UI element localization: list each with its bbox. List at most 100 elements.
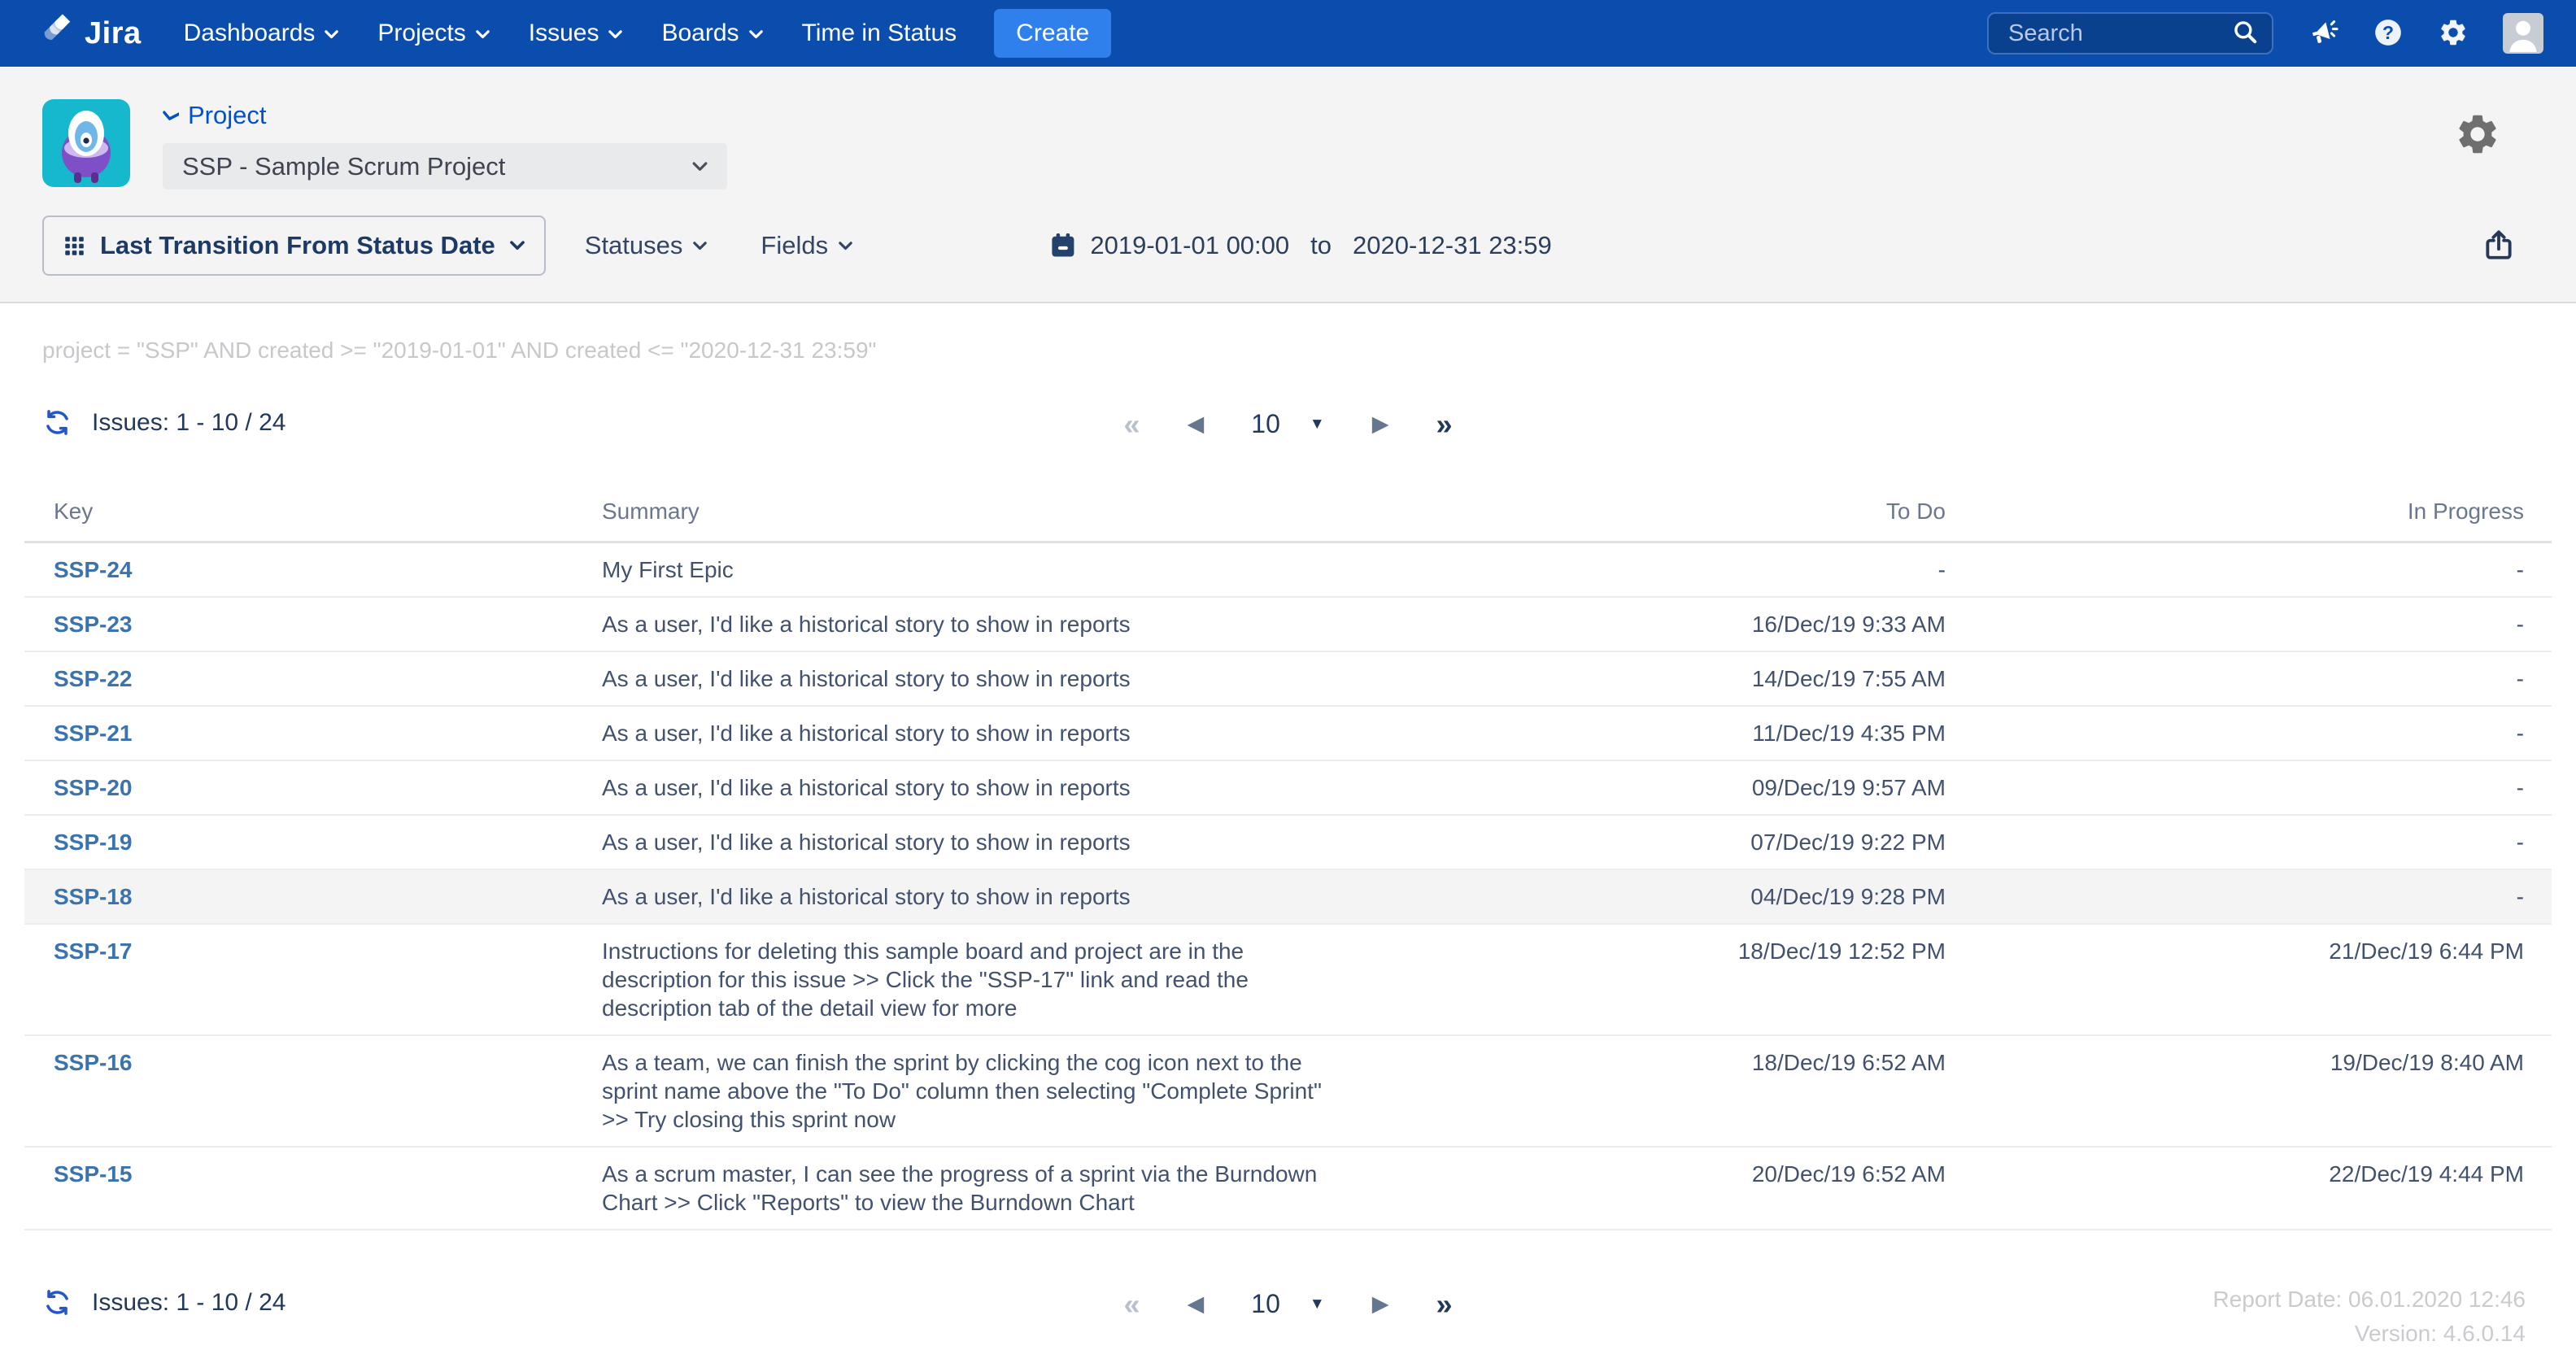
issue-key-link[interactable]: SSP-20 [54, 775, 133, 800]
metric-dropdown-button[interactable]: Last Transition From Status Date [42, 216, 546, 276]
caret-down-icon: ▼ [1310, 416, 1325, 433]
date-to: 2020-12-31 23:59 [1353, 231, 1552, 260]
project-section-toggle[interactable]: Project [163, 101, 727, 130]
page: Jira Dashboards Projects Issues Boards Time … [0, 0, 2576, 1350]
table-row: SSP-18 As a user, I'd like a historical s… [24, 869, 2552, 924]
issue-summary: My First Epic [602, 542, 1383, 598]
date-separator: to [1310, 231, 1332, 260]
page-size-select[interactable]: 10 ▼ [1251, 409, 1324, 439]
column-header-in-progress[interactable]: In Progress [1952, 492, 2552, 542]
nav-item-label: Time in Status [802, 20, 957, 47]
page-next-icon[interactable]: ▶ [1372, 1293, 1389, 1315]
issues-table: Key Summary To Do In Progress SSP-24 My F… [24, 492, 2552, 1230]
chevron-down-icon [692, 162, 708, 172]
refresh-button[interactable] [42, 407, 72, 438]
chevron-down-icon [476, 28, 490, 39]
page-first-icon[interactable]: « [1124, 410, 1140, 439]
issue-key-link[interactable]: SSP-24 [54, 557, 133, 582]
column-header-todo[interactable]: To Do [1383, 492, 1952, 542]
page-prev-icon[interactable]: ◀ [1188, 1293, 1205, 1315]
issue-summary: As a user, I'd like a historical story t… [602, 760, 1383, 815]
table-row: SSP-19As a user, I'd like a historical s… [24, 815, 2552, 869]
report-settings-button[interactable] [2454, 111, 2501, 162]
in-progress-date-cell: 21/Dec/19 6:44 PM [1952, 924, 2552, 1035]
navbar: Jira Dashboards Projects Issues Boards Time … [0, 0, 2576, 67]
create-button[interactable]: Create [994, 9, 1111, 58]
column-header-summary[interactable]: Summary [602, 492, 1383, 542]
issue-key-cell: SSP-18 [24, 869, 602, 924]
issue-summary: As a user, I'd like a historical story t… [602, 869, 1383, 924]
statuses-dropdown[interactable]: Statuses [585, 231, 708, 260]
page-next-icon[interactable]: ▶ [1372, 413, 1389, 435]
project-select[interactable]: SSP - Sample Scrum Project [163, 143, 727, 189]
grid-icon [63, 235, 85, 257]
navbar-menu: Dashboards Projects Issues Boards Time in St… [184, 20, 957, 47]
nav-item-projects[interactable]: Projects [377, 20, 489, 47]
issue-key-link[interactable]: SSP-17 [54, 938, 133, 964]
refresh-icon [42, 407, 72, 438]
nav-item-label: Boards [661, 20, 739, 47]
issue-key-cell: SSP-17 [24, 924, 602, 1035]
in-progress-date-cell: - [1952, 597, 2552, 651]
page-prev-icon[interactable]: ◀ [1188, 413, 1205, 435]
nav-item-label: Projects [377, 20, 465, 47]
user-avatar[interactable] [2503, 13, 2543, 54]
svg-text:?: ? [2382, 21, 2394, 42]
in-progress-date-cell: - [1952, 651, 2552, 706]
issue-key-cell: SSP-20 [24, 760, 602, 815]
issue-key-link[interactable]: SSP-18 [54, 884, 133, 909]
todo-date-cell: 11/Dec/19 4:35 PM [1383, 706, 1952, 760]
in-progress-date-cell: 19/Dec/19 8:40 AM [1952, 1035, 2552, 1147]
refresh-icon [42, 1287, 72, 1317]
issue-key-link[interactable]: SSP-16 [54, 1050, 133, 1075]
column-header-key[interactable]: Key [24, 492, 602, 542]
nav-item-dashboards[interactable]: Dashboards [184, 20, 339, 47]
issue-key-link[interactable]: SSP-21 [54, 721, 133, 746]
issue-key-cell: SSP-22 [24, 651, 602, 706]
issue-summary: As a user, I'd like a historical story t… [602, 706, 1383, 760]
jira-logo-icon [37, 11, 75, 56]
jira-logo[interactable]: Jira [37, 11, 142, 56]
announcements-button[interactable] [2308, 17, 2338, 50]
settings-button[interactable] [2438, 17, 2469, 50]
chevron-down-icon [839, 242, 852, 250]
issue-key-link[interactable]: SSP-19 [54, 830, 133, 855]
search-box[interactable] [1987, 12, 2273, 54]
todo-date-cell: - [1383, 542, 1952, 598]
nav-item-time-in-status[interactable]: Time in Status [802, 20, 957, 47]
page-last-icon[interactable]: » [1436, 410, 1452, 439]
table-header-row: Key Summary To Do In Progress [24, 492, 2552, 542]
avatar-icon [2503, 13, 2543, 54]
fields-label: Fields [761, 231, 828, 260]
in-progress-date-cell: - [1952, 869, 2552, 924]
page-last-icon[interactable]: » [1436, 1290, 1452, 1319]
issue-key-link[interactable]: SSP-23 [54, 612, 133, 637]
issue-key-cell: SSP-24 [24, 542, 602, 598]
issue-key-cell: SSP-21 [24, 706, 602, 760]
refresh-button[interactable] [42, 1287, 72, 1317]
nav-item-issues[interactable]: Issues [529, 20, 623, 47]
export-button[interactable] [2482, 228, 2516, 264]
nav-item-boards[interactable]: Boards [661, 20, 762, 47]
todo-date-cell: 16/Dec/19 9:33 AM [1383, 597, 1952, 651]
in-progress-date-cell: - [1952, 760, 2552, 815]
fields-dropdown[interactable]: Fields [761, 231, 852, 260]
todo-date-cell: 20/Dec/19 6:52 AM [1383, 1147, 1952, 1230]
page-size-value: 10 [1251, 409, 1280, 439]
report-date: Report Date: 06.01.2020 12:46 [2212, 1282, 2526, 1317]
page-first-icon[interactable]: « [1124, 1290, 1140, 1319]
issue-key-link[interactable]: SSP-22 [54, 666, 133, 691]
navbar-right: ? [1987, 12, 2543, 54]
chevron-down-icon [749, 28, 763, 39]
search-input[interactable] [2007, 20, 2231, 48]
jql-query-text: project = "SSP" AND created >= "2019-01-… [42, 338, 2576, 364]
project-avatar-icon [42, 99, 130, 187]
issue-key-link[interactable]: SSP-15 [54, 1161, 133, 1187]
nav-item-label: Dashboards [184, 20, 316, 47]
issue-summary: As a team, we can finish the sprint by c… [602, 1035, 1383, 1147]
help-button[interactable]: ? [2373, 17, 2404, 50]
date-range-picker[interactable]: 2019-01-01 00:00 to 2020-12-31 23:59 [1048, 231, 1551, 260]
page-size-select[interactable]: 10 ▼ [1251, 1289, 1324, 1319]
caret-down-icon: ▼ [1310, 1296, 1325, 1313]
issue-summary: Instructions for deleting this sample bo… [602, 924, 1383, 1035]
